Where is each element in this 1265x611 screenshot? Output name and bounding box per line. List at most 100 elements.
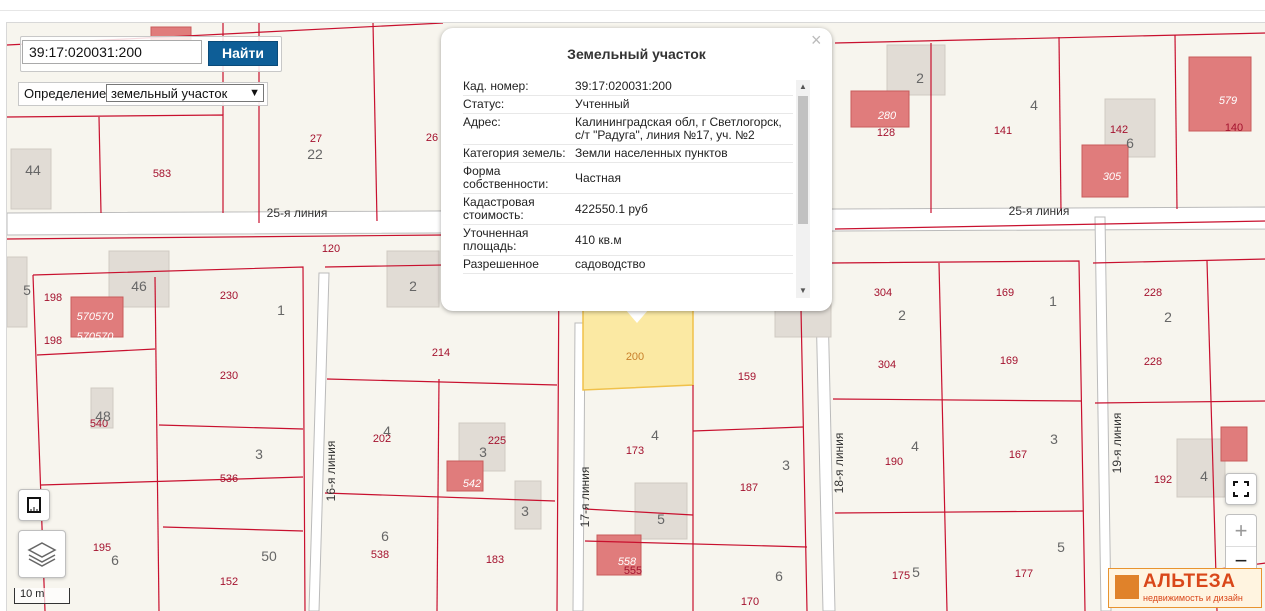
logo-name: АЛЬТЕЗА xyxy=(1143,571,1236,592)
parcel-label: 536 xyxy=(220,473,238,485)
building-label: 3 xyxy=(1050,431,1058,447)
street-label: 25-я линия xyxy=(1009,204,1070,218)
brand-logo[interactable]: АЛЬТЕЗА недвижимость и дизайн xyxy=(1108,568,1262,608)
parcel-label: 230 xyxy=(220,370,238,382)
building-label: 4 xyxy=(911,438,919,454)
building-label: 5 xyxy=(1057,539,1065,555)
parcel-label: 152 xyxy=(220,576,238,588)
zoom-in-button[interactable]: + xyxy=(1226,515,1256,547)
attribute-key: Кадастровая стоимость: xyxy=(463,195,535,222)
parcel-label: 230 xyxy=(220,290,238,302)
street-label: 18-я линия xyxy=(832,433,846,494)
building-label: 5 xyxy=(23,282,31,298)
parcel-label: 177 xyxy=(1015,568,1033,580)
building-label: 558 xyxy=(618,556,637,568)
parcel-label: 167 xyxy=(1009,449,1027,461)
attribute-row: Кадастровая стоимость: 422550.1 руб xyxy=(463,194,793,225)
attribute-value: садоводство xyxy=(575,257,646,271)
attribute-row: Адрес: Калининградская обл, г Светлогорск… xyxy=(463,114,793,145)
parcel-label: 159 xyxy=(738,371,756,383)
layers-icon xyxy=(27,542,57,567)
scroll-up-arrow-icon[interactable]: ▲ xyxy=(796,80,810,94)
building-label: 6 xyxy=(111,552,119,568)
fullscreen-icon xyxy=(1233,481,1249,497)
attribute-value: Калининградская обл, г Светлогорск, с/т … xyxy=(575,115,782,142)
building-label: 3 xyxy=(255,446,263,462)
parcel-label: 128 xyxy=(877,127,895,139)
building-label: 46 xyxy=(131,278,147,294)
building-label: 1 xyxy=(277,302,285,318)
chevron-down-icon: ▼ xyxy=(249,87,260,99)
cadastral-search-input[interactable] xyxy=(22,40,202,64)
definition-label: Определение: xyxy=(24,86,110,101)
close-icon[interactable]: × xyxy=(811,30,822,51)
scroll-thumb[interactable] xyxy=(798,96,808,224)
attribute-row: Разрешенное садоводство xyxy=(463,256,793,274)
parcel-label: 304 xyxy=(878,359,896,371)
parcel-label: 579 xyxy=(1219,95,1237,107)
definition-panel: Определение: земельный участок ▼ xyxy=(18,82,268,106)
building-label: 1 xyxy=(1049,293,1057,309)
parcel-label: 225 xyxy=(488,435,506,447)
building-label: 22 xyxy=(307,146,323,162)
attribute-value: Земли населенных пунктов xyxy=(575,146,728,160)
logo-tagline: недвижимость и дизайн xyxy=(1143,593,1243,603)
building-label: 2 xyxy=(1164,309,1172,325)
building-label: 4 xyxy=(383,423,391,439)
measure-button[interactable] xyxy=(18,489,50,521)
building-label: 6 xyxy=(775,568,783,584)
street-label: 25-я линия xyxy=(267,206,328,220)
parcel-attributes: Кад. номер: 39:17:020031:200 Статус: Учтен… xyxy=(463,78,793,300)
building-label: 5 xyxy=(912,564,920,580)
parcel-label: 570570 xyxy=(77,331,115,343)
popup-scrollbar[interactable]: ▲ ▼ xyxy=(796,80,810,298)
building-label: 5 xyxy=(657,511,665,527)
building-label: 4 xyxy=(1030,97,1038,113)
building-label: 3 xyxy=(521,503,529,519)
parcel-label: 542 xyxy=(463,478,481,490)
fullscreen-button[interactable] xyxy=(1225,473,1257,505)
building-label: 2 xyxy=(898,307,906,323)
attribute-row: Категория земель: Земли населенных пункто… xyxy=(463,145,793,163)
parcel-label: 175 xyxy=(892,570,910,582)
building-label: 44 xyxy=(25,162,41,178)
building-label: 2 xyxy=(916,70,924,86)
street-label: 17-я линия xyxy=(578,467,592,528)
attribute-value: Частная xyxy=(575,170,621,185)
building-label: 6 xyxy=(1126,135,1134,151)
parcel-label: 538 xyxy=(371,549,389,561)
attribute-row: Кад. номер: 39:17:020031:200 xyxy=(463,78,793,96)
street-label: 16-я линия xyxy=(324,441,338,502)
attribute-key: Уточненная площадь: xyxy=(463,226,529,253)
building-label: 48 xyxy=(95,408,111,424)
attribute-key: Адрес: xyxy=(463,115,501,129)
popup-pointer xyxy=(625,309,649,323)
scroll-down-arrow-icon[interactable]: ▼ xyxy=(796,284,810,298)
building-label: 4 xyxy=(1200,468,1208,484)
parcel-label: 190 xyxy=(885,456,903,468)
ruler-icon xyxy=(27,497,41,513)
attribute-key: Категория земель: xyxy=(463,146,566,160)
top-bar xyxy=(0,0,1265,11)
building-label: 3 xyxy=(782,457,790,473)
parcel-label: 141 xyxy=(994,125,1012,137)
parcel-label: 200 xyxy=(626,351,644,363)
street-label: 19-я линия xyxy=(1110,413,1124,474)
building-label: 50 xyxy=(261,548,277,564)
parcel-label: 169 xyxy=(996,287,1014,299)
layers-button[interactable] xyxy=(18,530,66,578)
parcel-label: 228 xyxy=(1144,287,1162,299)
parcel-label: 187 xyxy=(740,482,758,494)
find-button[interactable]: Найти xyxy=(208,41,278,66)
parcel-info-popup: Земельный участок × Кад. номер: 39:17:020… xyxy=(441,28,832,311)
parcel-label: 583 xyxy=(153,168,171,180)
attribute-row: Статус: Учтенный xyxy=(463,96,793,114)
parcel-label: 280 xyxy=(877,110,897,122)
parcel-label: 183 xyxy=(486,554,504,566)
parcel-label: 228 xyxy=(1144,356,1162,368)
scale-bar: 10 m xyxy=(14,588,70,604)
attribute-key: Статус: xyxy=(463,97,505,111)
attribute-value: 39:17:020031:200 xyxy=(575,79,672,93)
parcel-label: 304 xyxy=(874,287,892,299)
definition-select[interactable]: земельный участок ▼ xyxy=(106,84,264,102)
